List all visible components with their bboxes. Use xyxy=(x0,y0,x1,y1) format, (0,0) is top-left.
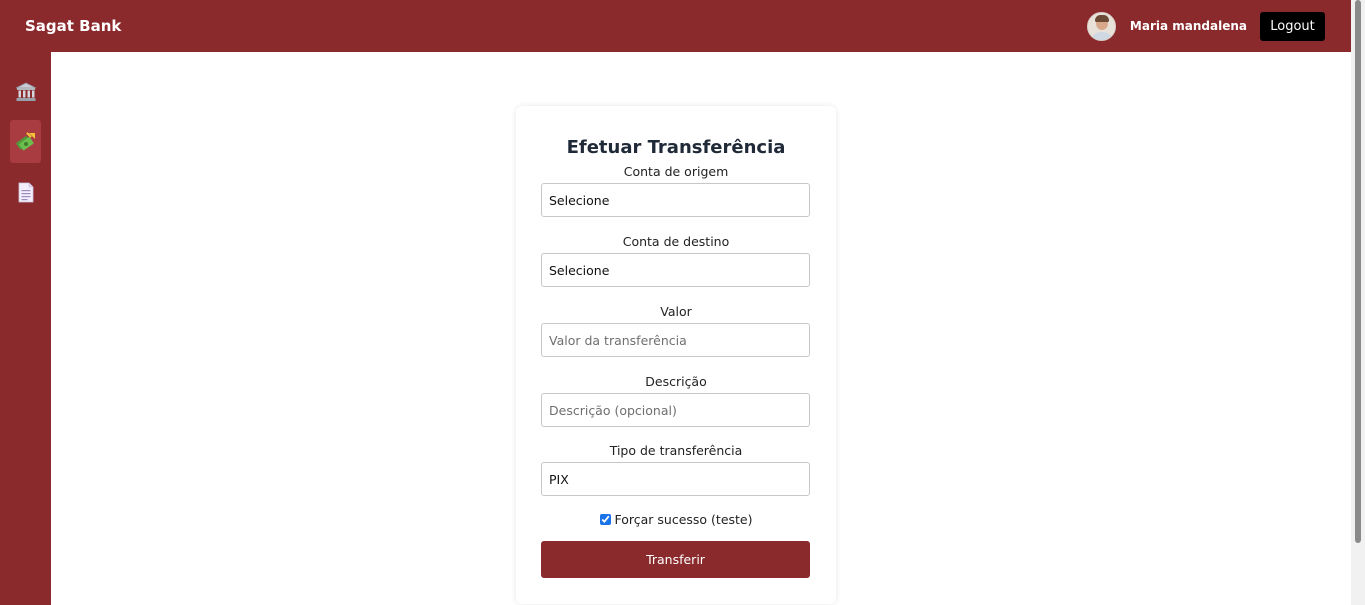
amount-label: Valor xyxy=(660,304,692,319)
transfer-type-value: PIX xyxy=(549,471,569,487)
origin-account-label: Conta de origem xyxy=(623,164,729,179)
form-title: Efetuar Transferência xyxy=(566,137,786,158)
force-success-checkbox[interactable] xyxy=(599,514,611,525)
destination-account-select[interactable]: Selecione xyxy=(541,253,810,287)
avatar xyxy=(1086,11,1116,41)
origin-account-value: Selecione xyxy=(549,192,610,208)
document-icon xyxy=(17,182,35,203)
origin-account-select[interactable]: Selecione xyxy=(541,183,810,217)
transfer-button[interactable]: Transferir xyxy=(541,541,810,578)
sidebar-item-transfer[interactable] xyxy=(10,120,41,163)
transfer-type-select[interactable]: PIX xyxy=(541,462,810,496)
amount-input[interactable] xyxy=(541,323,810,357)
page-scrollbar[interactable] xyxy=(1351,0,1365,605)
description-label: Descrição xyxy=(645,374,707,389)
bank-icon xyxy=(15,82,37,102)
description-input[interactable] xyxy=(541,393,810,427)
money-transfer-icon xyxy=(15,131,37,153)
brand-title[interactable]: Sagat Bank xyxy=(25,17,121,35)
transfer-form-card: Efetuar Transferência Conta de origem Se… xyxy=(516,106,836,604)
user-name: Maria mandalena xyxy=(1129,19,1247,33)
destination-account-label: Conta de destino xyxy=(622,234,730,249)
force-success-row[interactable]: Forçar sucesso (teste) xyxy=(516,512,836,527)
sidebar-item-statement[interactable] xyxy=(10,171,41,214)
scrollbar-thumb[interactable] xyxy=(1355,0,1361,543)
sidebar xyxy=(0,52,51,605)
user-area: Maria mandalena Logout xyxy=(1086,11,1325,41)
force-success-label: Forçar sucesso (teste) xyxy=(614,512,753,527)
transfer-type-label: Tipo de transferência xyxy=(609,443,743,458)
top-navbar: Sagat Bank Maria mandalena Logout xyxy=(0,0,1351,52)
sidebar-item-accounts[interactable] xyxy=(10,70,41,113)
destination-account-value: Selecione xyxy=(549,262,610,278)
logout-button[interactable]: Logout xyxy=(1260,11,1325,41)
